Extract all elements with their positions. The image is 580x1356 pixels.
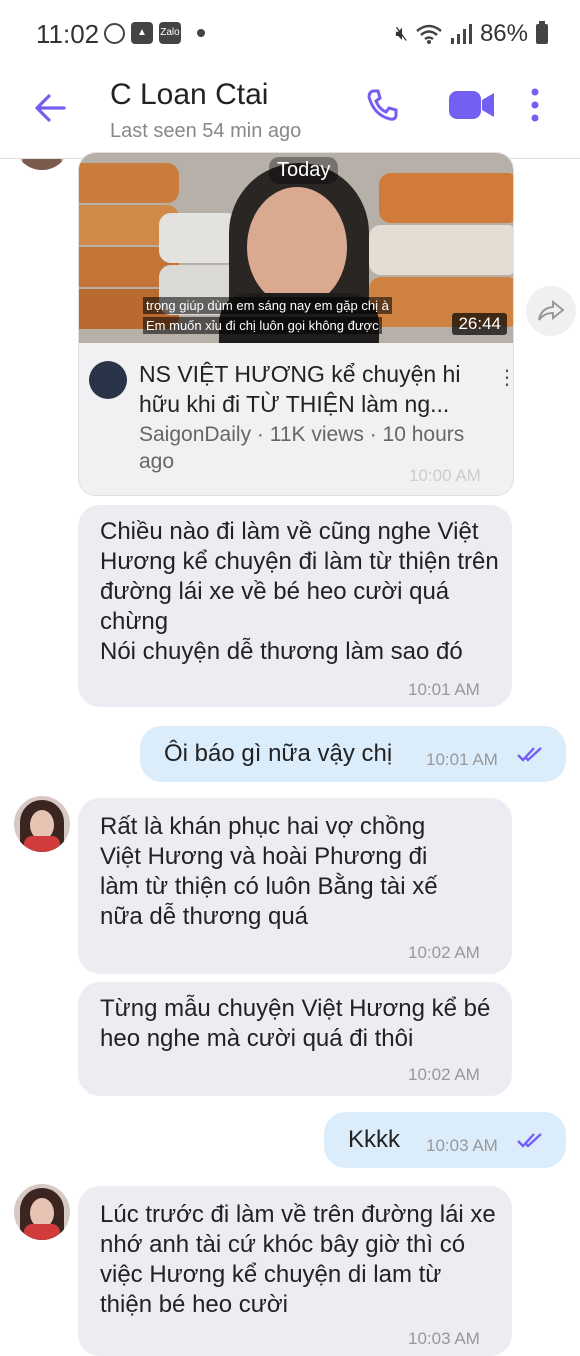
incoming-message[interactable]: Rất là khán phục hai vợ chồng Việt Hương…	[78, 798, 512, 974]
message-text: Kkkk	[348, 1126, 401, 1153]
battery-percent: 86%	[479, 20, 528, 47]
message-time: 10:01 AM	[426, 750, 498, 769]
contact-avatar[interactable]	[14, 796, 70, 852]
viber-icon	[104, 22, 125, 44]
status-bar: 11:02 ▲ Zalo 🔇︎ 86%	[0, 0, 580, 66]
dot-icon	[197, 29, 205, 37]
message-text: Rất là khán phục hai vợ chồng Việt Hương…	[100, 813, 438, 930]
message-text: Chiều nào đi làm về cũng nghe Việt Hương…	[100, 518, 499, 665]
incoming-message[interactable]: Từng mẫu chuyện Việt Hương kể bé heo ngh…	[78, 982, 512, 1096]
last-seen: Last seen 54 min ago	[110, 120, 302, 142]
message-time: 10:03 AM	[408, 1329, 480, 1348]
video-caption-line: Em muốn xỉu đi chị luôn gọi không được	[143, 317, 382, 334]
outgoing-message[interactable]: Ôi báo gì nữa vậy chị 10:01 AM	[140, 726, 566, 782]
message-time: 10:02 AM	[408, 1065, 480, 1084]
contact-avatar[interactable]	[14, 1184, 70, 1240]
outgoing-message[interactable]: Kkkk 10:03 AM	[324, 1112, 566, 1168]
video-duration: 26:44	[452, 313, 507, 335]
message-text: Từng mẫu chuyện Việt Hương kể bé heo ngh…	[100, 995, 491, 1052]
read-receipt-icon	[517, 1133, 542, 1148]
contact-name[interactable]: C Loan Ctai	[110, 78, 268, 112]
share-icon[interactable]	[526, 286, 576, 336]
read-receipt-icon	[517, 747, 542, 762]
more-options-icon[interactable]	[530, 88, 540, 127]
back-arrow-icon[interactable]	[34, 90, 66, 130]
gallery-icon: ▲	[131, 22, 153, 44]
status-time: 11:02	[36, 19, 100, 49]
zalo-icon: Zalo	[159, 22, 181, 44]
message-time: 10:03 AM	[426, 1136, 498, 1155]
message-time: 10:02 AM	[408, 943, 480, 962]
signal-icon	[450, 24, 472, 44]
video-thumbnail[interactable]: Today trọng giúp dùm em sáng nay em gặp …	[79, 153, 513, 343]
message-time: 10:01 AM	[408, 680, 480, 699]
video-call-icon[interactable]	[448, 88, 496, 127]
channel-logo	[89, 361, 127, 399]
chat-header-overlay: C Loan Ctai Last seen 54 min ago	[0, 66, 580, 158]
mute-icon: 🔇︎	[395, 22, 408, 45]
date-divider: Today	[269, 157, 339, 184]
video-title[interactable]: NS VIỆT HƯƠNG kể chuyện hi hữu khi đi TỪ…	[139, 359, 479, 419]
battery-icon	[536, 21, 548, 44]
message-text: Ôi báo gì nữa vậy chị	[164, 740, 393, 767]
video-link-card[interactable]: Today trọng giúp dùm em sáng nay em gặp …	[78, 152, 514, 496]
wifi-icon	[416, 24, 442, 44]
incoming-message[interactable]: Lúc trước đi làm về trên đường lái xe nh…	[78, 1186, 512, 1356]
message-text: Lúc trước đi làm về trên đường lái xe nh…	[100, 1201, 496, 1318]
message-time: 10:00 AM	[409, 466, 481, 485]
video-more-icon[interactable]: ⋮	[497, 365, 513, 390]
phone-call-icon[interactable]	[366, 88, 398, 127]
video-caption-line: trọng giúp dùm em sáng nay em gặp chị à	[143, 297, 392, 314]
incoming-message[interactable]: Chiều nào đi làm về cũng nghe Việt Hương…	[78, 505, 512, 707]
